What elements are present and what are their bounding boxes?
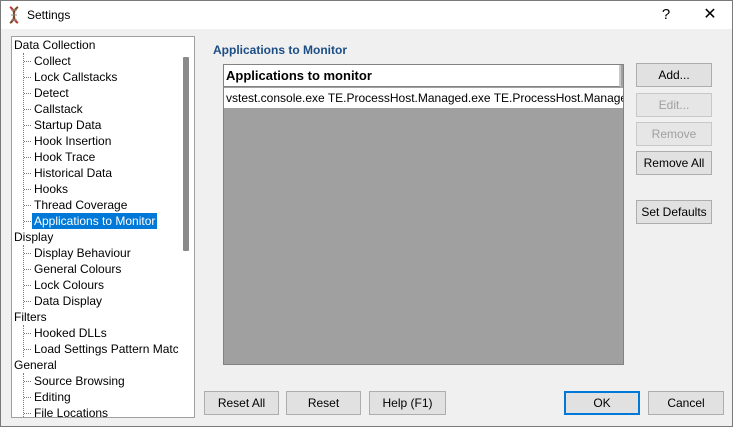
ok-button[interactable]: OK [564,391,640,415]
list-item[interactable]: vstest.console.exe TE.ProcessHost.Manage… [224,88,623,108]
tree-connector [24,173,31,174]
tree-category-data-collection[interactable]: Data Collection [14,37,95,53]
help-icon[interactable]: ? [652,3,680,27]
tree-category-display[interactable]: Display [14,229,53,245]
tree-item-startup-data[interactable]: Startup Data [32,117,103,133]
tree-item-source-browsing[interactable]: Source Browsing [32,373,127,389]
tree-connector [24,349,31,350]
title-bar[interactable]: Settings ? ✕ [1,1,732,29]
tree-connector [24,285,31,286]
applications-list[interactable]: Applications to monitor vstest.console.e… [223,64,624,365]
tree-connector-filters [23,325,24,357]
tree-connector [24,189,31,190]
tree-item-editing[interactable]: Editing [32,389,73,405]
dna-icon [9,6,19,24]
tree-connector [24,397,31,398]
tree-item-hooked-dlls[interactable]: Hooked DLLs [32,325,109,341]
tree-scrollbar-thumb[interactable] [183,57,189,251]
tree-connector-display [23,245,24,309]
tree-connector [24,141,31,142]
tree-connector [24,109,31,110]
tree-connector [24,221,31,222]
tree-connector [24,205,31,206]
reset-all-button[interactable]: Reset All [204,391,279,415]
window-title: Settings [27,8,71,22]
tree-item-display-behaviour[interactable]: Display Behaviour [32,245,133,261]
tree-connector [24,333,31,334]
set-defaults-button[interactable]: Set Defaults [636,200,712,224]
tree-item-load-settings-pattern-match[interactable]: Load Settings Pattern Match [32,341,187,357]
tree-item-collect[interactable]: Collect [32,53,73,69]
tree-connector-general [23,373,24,417]
close-icon[interactable]: ✕ [694,3,726,27]
tree-connector [24,93,31,94]
tree-connector [24,413,31,414]
tree-item-lock-callstacks[interactable]: Lock Callstacks [32,69,119,85]
add-button[interactable]: Add... [636,63,712,87]
tree-item-hook-trace[interactable]: Hook Trace [32,149,97,165]
tree-scrollbar[interactable] [178,37,194,417]
tree-item-data-display[interactable]: Data Display [32,293,104,309]
tree-connector [24,157,31,158]
settings-window: Settings ? ✕ Data Collection Collect Lock … [0,0,733,427]
reset-button[interactable]: Reset [286,391,361,415]
tree-item-file-locations[interactable]: File Locations [32,405,110,417]
tree-item-callstack[interactable]: Callstack [32,101,85,117]
tree-item-hooks[interactable]: Hooks [32,181,70,197]
tree-connector [24,269,31,270]
tree-connector [24,253,31,254]
tree-category-general[interactable]: General [14,357,57,373]
tree-connector [24,301,31,302]
tree-item-historical-data[interactable]: Historical Data [32,165,114,181]
tree-item-applications-to-monitor[interactable]: Applications to Monitor [32,213,158,229]
cancel-button[interactable]: Cancel [648,391,724,415]
tree-connector [24,61,31,62]
tree-item-detect[interactable]: Detect [32,85,71,101]
tree-connector [24,381,31,382]
tree-item-hook-insertion[interactable]: Hook Insertion [32,133,113,149]
edit-button[interactable]: Edit... [636,93,712,117]
section-heading: Applications to Monitor [213,43,347,57]
settings-tree[interactable]: Data Collection Collect Lock Callstacks Det… [11,36,195,418]
tree-connector [24,125,31,126]
list-column-header[interactable]: Applications to monitor [224,65,621,87]
remove-button[interactable]: Remove [636,122,712,146]
tree-item-thread-coverage[interactable]: Thread Coverage [32,197,129,213]
help-button[interactable]: Help (F1) [369,391,446,415]
tree-item-general-colours[interactable]: General Colours [32,261,123,277]
tree-category-filters[interactable]: Filters [14,309,47,325]
remove-all-button[interactable]: Remove All [636,151,712,175]
tree-connector [24,77,31,78]
tree-item-lock-colours[interactable]: Lock Colours [32,277,106,293]
